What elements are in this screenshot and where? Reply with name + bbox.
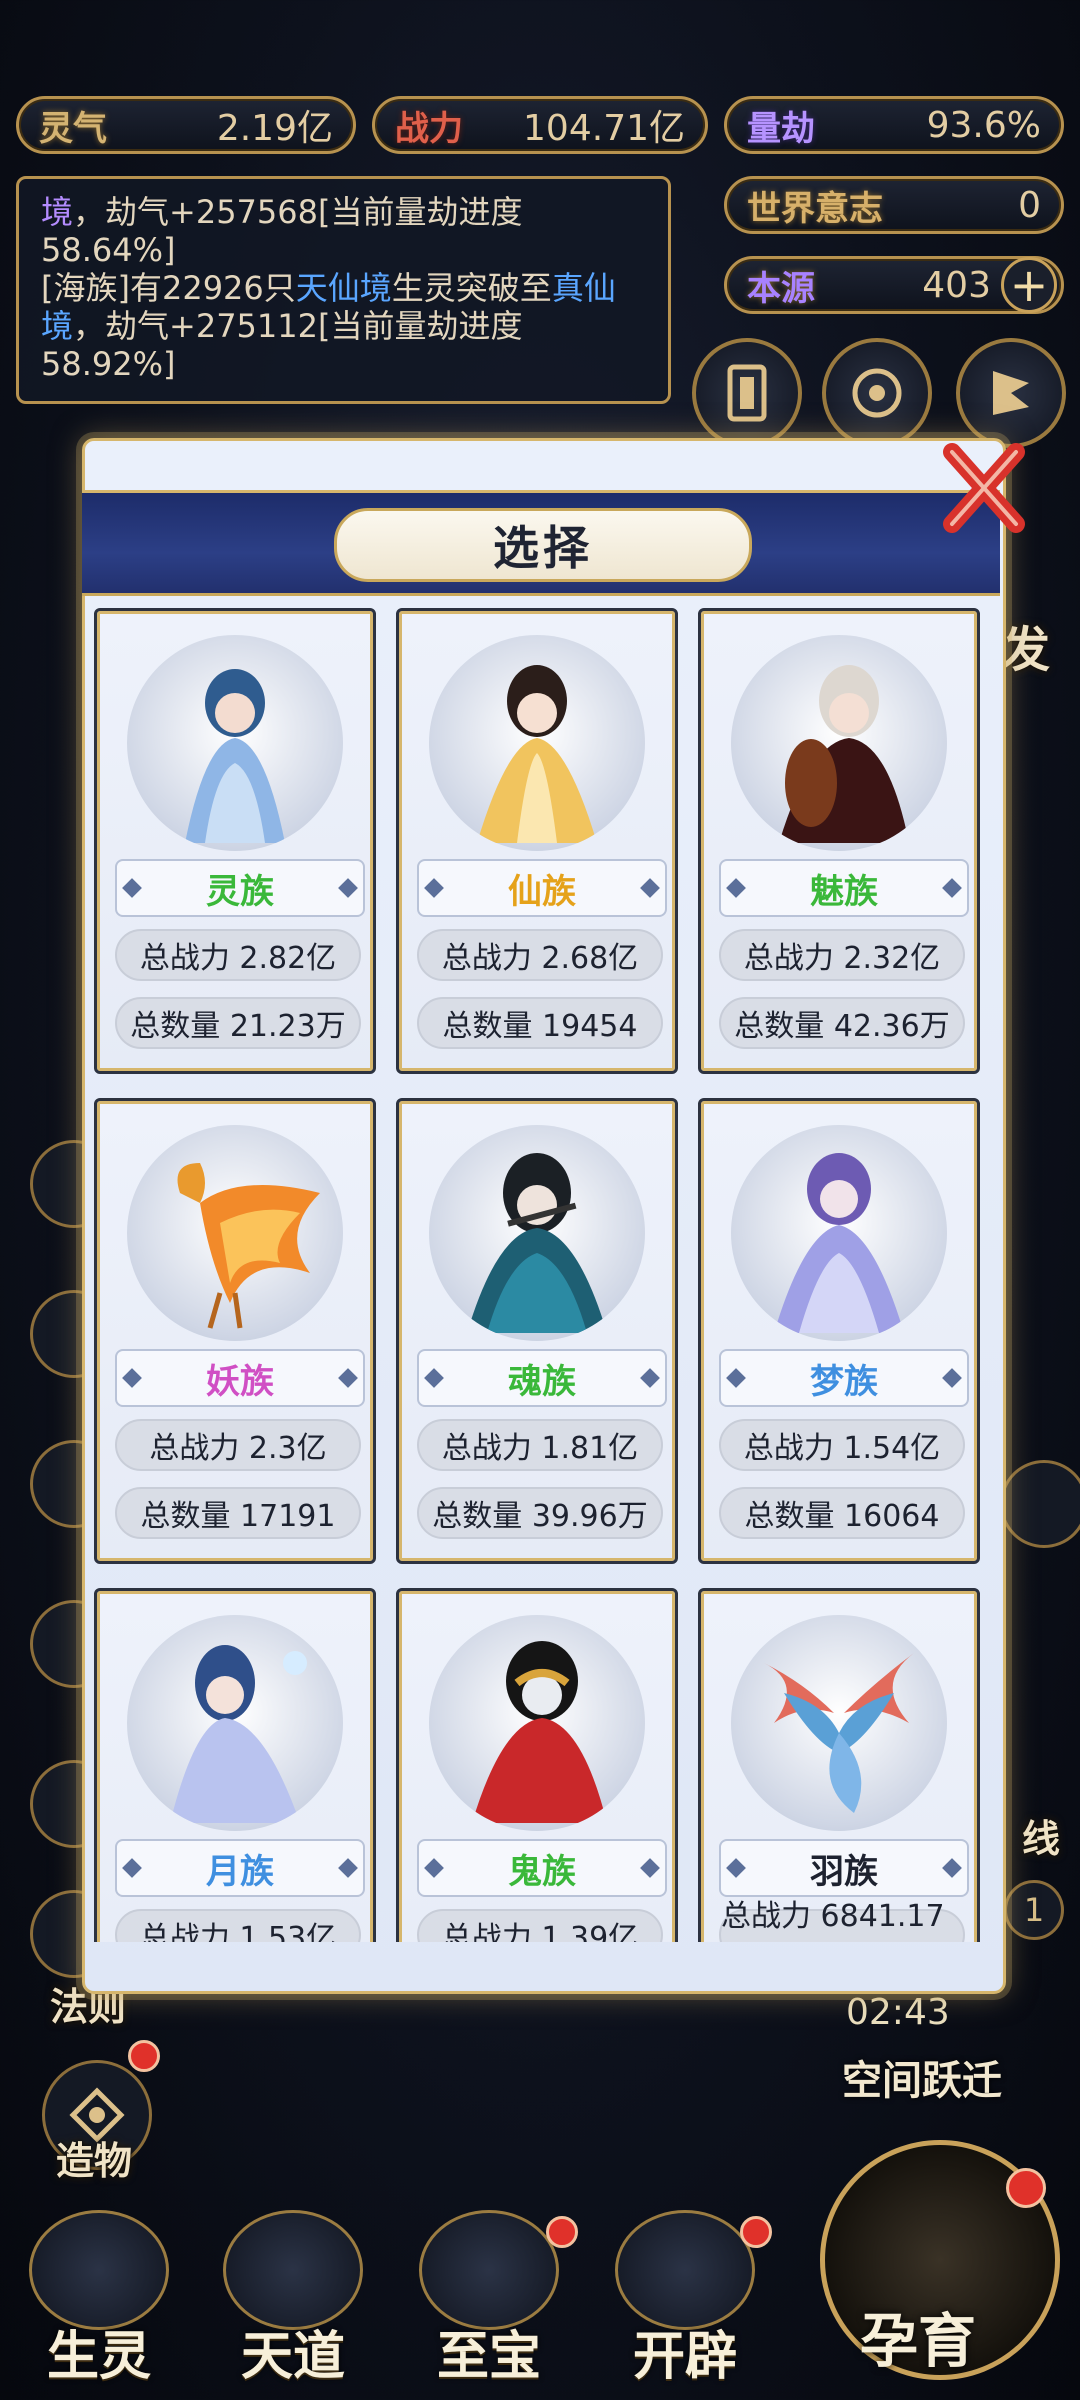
compass-icon[interactable] <box>822 338 932 448</box>
shijie-yizhi-label: 世界意志 <box>747 188 883 229</box>
zhanli-value: 104.71亿 <box>523 108 685 149</box>
race-count: 总数量 16064 <box>719 1487 965 1539</box>
race-count: 总数量 42.36万 <box>719 997 965 1049</box>
zhi-bao-emblem-icon <box>419 2210 559 2330</box>
lingqi-label: 灵气 <box>39 108 107 149</box>
race-power: 总战力 1.39亿 <box>417 1909 663 1942</box>
race-power: 总战力 2.3亿 <box>115 1419 361 1471</box>
race-card-mei[interactable]: 魅族 总战力 2.32亿 总数量 42.36万 <box>698 608 980 1074</box>
plus-icon[interactable]: + <box>1001 257 1057 313</box>
close-icon <box>943 443 1025 533</box>
race-count: 总数量 39.96万 <box>417 1487 663 1539</box>
dream-maiden-icon <box>731 1125 947 1341</box>
masked-lady-icon <box>429 1615 645 1831</box>
liangjie-value: 93.6% <box>926 104 1041 146</box>
event-log: 境，劫气+257568[当前量劫进度58.64%] [海族]有22926只天仙境… <box>16 176 671 404</box>
race-card-yu[interactable]: 羽族 总战力 6841.17万 <box>698 1588 980 1942</box>
race-power: 总战力 1.81亿 <box>417 1419 663 1471</box>
race-name: 羽族 <box>719 1839 969 1897</box>
race-name: 鬼族 <box>417 1839 667 1897</box>
scroll-icon-glyph <box>727 364 767 422</box>
close-button[interactable] <box>936 432 1032 542</box>
race-name: 月族 <box>115 1839 365 1897</box>
phoenix-icon <box>127 1125 343 1341</box>
shijie-yizhi-stat[interactable]: 世界意志 0 <box>724 176 1064 234</box>
liangjie-label: 量劫 <box>747 108 815 149</box>
flute-player-icon <box>429 1125 645 1341</box>
race-power: 总战力 6841.17万 <box>719 1899 965 1942</box>
scroll-icon[interactable] <box>692 338 802 448</box>
space-jump-timer: 02:43 <box>846 1992 950 2033</box>
nav-label: 至宝 <box>436 2327 541 2387</box>
race-power: 总战力 2.68亿 <box>417 929 663 981</box>
shijie-yizhi-value: 0 <box>1018 184 1041 226</box>
lingqi-stat[interactable]: 灵气 2.19亿 <box>16 96 356 154</box>
benyuan-value: 403 <box>922 264 991 306</box>
right-badge: 1 <box>1004 1880 1064 1940</box>
nav-tian-dao[interactable]: 天道 <box>208 2210 378 2387</box>
moon-maiden-icon <box>127 1615 343 1831</box>
zhanli-label: 战力 <box>395 108 463 149</box>
race-count: 总数量 19454 <box>417 997 663 1049</box>
modal-title: 选择 <box>334 508 752 582</box>
nav-label: 生灵 <box>46 2327 151 2387</box>
kai-pi-red-dot <box>740 2216 772 2248</box>
zao-wu-red-dot <box>128 2040 160 2072</box>
race-count: 总数量 21.23万 <box>115 997 361 1049</box>
compass-icon-glyph <box>852 368 902 418</box>
pipa-player-icon <box>731 635 947 851</box>
race-card-hun[interactable]: 魂族 总战力 1.81亿 总数量 39.96万 <box>396 1098 678 1564</box>
nav-label: 天道 <box>240 2327 345 2387</box>
race-name: 仙族 <box>417 859 667 917</box>
race-name: 魂族 <box>417 1349 667 1407</box>
right-side-button[interactable] <box>1000 1460 1080 1548</box>
tian-dao-emblem-icon <box>223 2210 363 2330</box>
race-power: 总战力 2.82亿 <box>115 929 361 981</box>
nav-kai-pi[interactable]: 开辟 <box>600 2210 772 2387</box>
nav-label: 开辟 <box>632 2327 737 2387</box>
log-line-1: 境，劫气+257568[当前量劫进度58.64%] <box>41 193 523 269</box>
zhanli-stat[interactable]: 战力 104.71亿 <box>372 96 708 154</box>
side-fa-label[interactable]: 发 <box>1002 610 1050 680</box>
race-name: 妖族 <box>115 1349 365 1407</box>
nav-zhi-bao[interactable]: 至宝 <box>404 2210 578 2387</box>
race-power: 总战力 1.54亿 <box>719 1419 965 1471</box>
space-jump-label[interactable]: 空间跃迁 <box>842 2048 1002 2106</box>
race-card-gui[interactable]: 鬼族 总战力 1.39亿 <box>396 1588 678 1942</box>
race-card-ling[interactable]: 灵族 总战力 2.82亿 总数量 21.23万 <box>94 608 376 1074</box>
yun-yu-label: 孕育 <box>860 2307 977 2375</box>
lingqi-value: 2.19亿 <box>216 108 333 149</box>
yellow-robed-fairy-icon <box>429 635 645 851</box>
race-name: 梦族 <box>719 1349 969 1407</box>
zhi-bao-red-dot <box>546 2216 578 2248</box>
nav-sheng-ling[interactable]: 生灵 <box>14 2210 184 2387</box>
right-badge-count: 1 <box>1023 1891 1045 1929</box>
race-count: 总数量 17191 <box>115 1487 361 1539</box>
benyuan-stat[interactable]: 本源 403 + <box>724 256 1064 314</box>
race-power: 总战力 2.32亿 <box>719 929 965 981</box>
race-card-yao[interactable]: 妖族 总战力 2.3亿 总数量 17191 <box>94 1098 376 1564</box>
liangjie-stat[interactable]: 量劫 93.6% <box>724 96 1064 154</box>
right-fragment-label: 线 <box>1022 1817 1061 1861</box>
race-name: 灵族 <box>115 859 365 917</box>
benyuan-label: 本源 <box>747 268 815 309</box>
race-card-meng[interactable]: 梦族 总战力 1.54亿 总数量 16064 <box>698 1098 980 1564</box>
log-line-2: [海族]有22926只天仙境生灵突破至真仙境，劫气+275112[当前量劫进度5… <box>41 269 616 383</box>
race-name: 魅族 <box>719 859 969 917</box>
race-card-yue[interactable]: 月族 总战力 1.53亿 <box>94 1588 376 1942</box>
flag-icon-glyph <box>993 371 1029 415</box>
zao-wu-label: 造物 <box>56 2139 133 2183</box>
blue-robed-maiden-icon <box>127 635 343 851</box>
yun-yu-red-dot <box>1006 2168 1046 2208</box>
blue-phoenix-icon <box>731 1615 947 1831</box>
sheng-ling-emblem-icon <box>29 2210 169 2330</box>
race-card-xian[interactable]: 仙族 总战力 2.68亿 总数量 19454 <box>396 608 678 1074</box>
race-power: 总战力 1.53亿 <box>115 1909 361 1942</box>
kai-pi-emblem-icon <box>615 2210 755 2330</box>
race-grid: 灵族 总战力 2.82亿 总数量 21.23万 仙族 总战力 2.68亿 总数量… <box>90 600 990 1942</box>
